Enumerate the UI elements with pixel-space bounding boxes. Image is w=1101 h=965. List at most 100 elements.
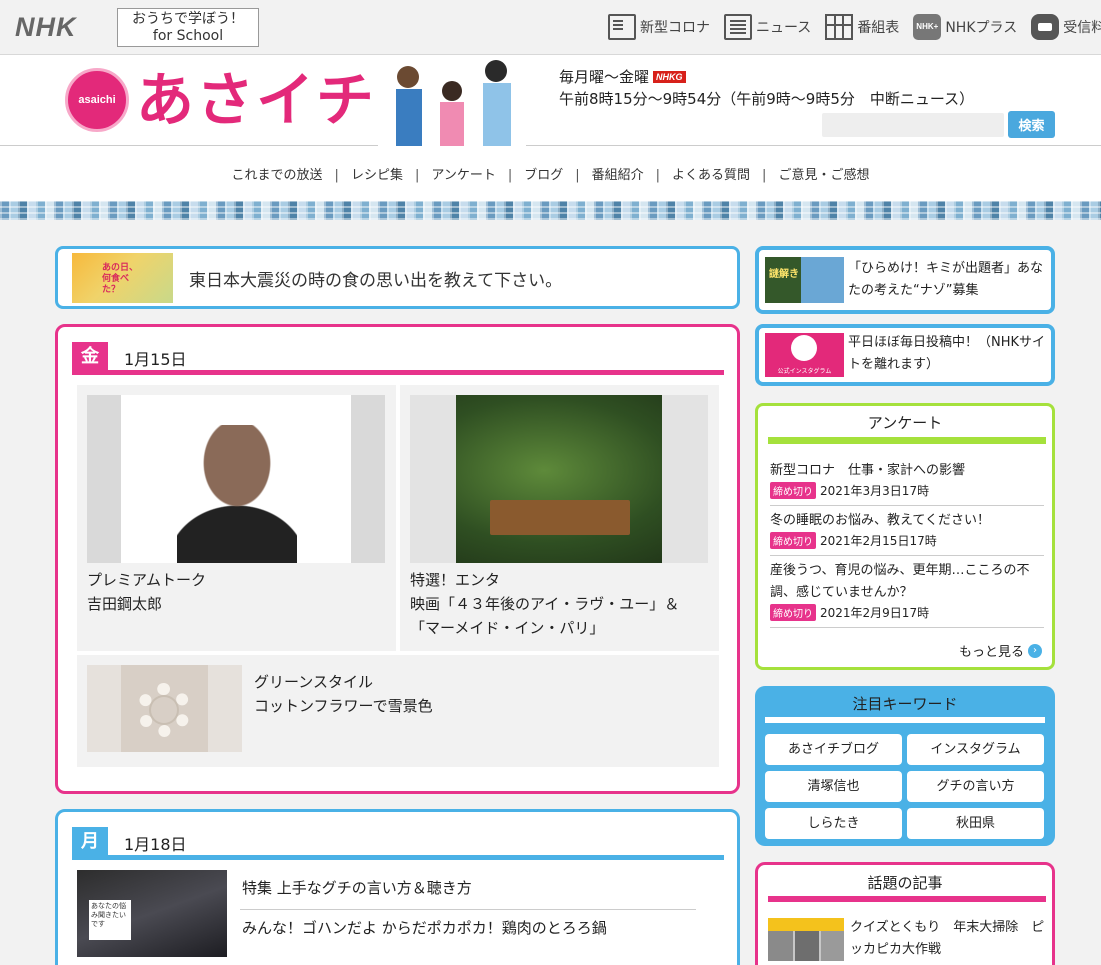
corona-info-icon [608, 14, 636, 40]
nav-program-guide[interactable]: 番組表 [825, 13, 899, 41]
segment-title-line2: 映画「４３年後のアイ・ラヴ・ユー」＆ [410, 595, 680, 613]
survey-list: 新型コロナ 仕事・家計への影響 締め切り 2021年3月3日17時 冬の睡眠のお… [770, 456, 1044, 628]
nav-news[interactable]: ニュース [724, 13, 811, 41]
nav-faq[interactable]: よくある質問 [672, 168, 750, 183]
nav-reception-fee[interactable]: 受信料 [1031, 13, 1101, 41]
day-rule [72, 855, 724, 860]
list-item[interactable]: 新型コロナ 仕事・家計への影響 締め切り 2021年3月3日17時 [770, 456, 1044, 506]
topic-link[interactable]: クイズとくもり 年末大掃除 ピッカピカ大作戦 [850, 917, 1046, 961]
nav-past-broadcasts[interactable]: これまでの放送 [232, 168, 323, 183]
segment-card-green-style[interactable]: グリーンスタイル コットンフラワーで雪景色 [77, 655, 719, 767]
nav-recipes[interactable]: レシピ集 [351, 168, 403, 183]
survey-question: 新型コロナ 仕事・家計への影響 [770, 463, 966, 478]
survey-deadline-row: 締め切り 2021年3月3日17時 [770, 482, 1044, 499]
segment-title-line2: コットンフラワーで雪景色 [254, 697, 433, 715]
survey-deadline-row: 締め切り 2021年2月9日17時 [770, 604, 1044, 621]
nav-separator: | [414, 168, 420, 183]
segment-list: 特集 上手なグチの言い方＆聴き方 みんな！ゴハンだよ からだポカポカ！鶏肉のとろ… [240, 876, 696, 944]
segment-title-line1: 特選！エンタ [410, 571, 501, 589]
keyword-button[interactable]: グチの言い方 [907, 771, 1044, 802]
for-school-line1: おうちで学ぼう！ [132, 11, 244, 27]
segment-title-line3: 「マーメイド・イン・パリ」 [410, 619, 605, 637]
nav-separator: | [507, 168, 513, 183]
nhk-global-header: NHK おうちで学ぼう！ for School 新型コロナ ニュース 番組表 N… [0, 0, 1101, 55]
nav-blog[interactable]: ブログ [524, 168, 563, 183]
riddle-contest-banner[interactable]: 「ひらめけ！キミが出題者」あなたの考えた“ナゾ”募集 [755, 246, 1055, 314]
topics-title: 話題の記事 [867, 874, 943, 892]
topics-box: 話題の記事 クイズとくもり 年末大掃除 ピッカピカ大作戦 [755, 862, 1055, 965]
deadline-badge: 締め切り [770, 482, 816, 499]
instagram-thumbnail [765, 333, 844, 377]
nav-nhk-plus[interactable]: NHK+ NHKプラス [913, 13, 1017, 41]
reception-fee-icon [1031, 14, 1060, 40]
program-header: asaichi あさイチ 毎月曜～金曜 NHKG 午前8時15分～9時54分（午… [0, 55, 1101, 146]
cotton-wreath [137, 683, 191, 737]
day-header: 月 1月18日 [72, 827, 724, 860]
deadline-badge: 締め切り [770, 604, 816, 621]
banner-text: 「ひらめけ！キミが出題者」あなたの考えた“ナゾ”募集 [848, 261, 1044, 298]
segment-card-entertainment[interactable]: 特選！エンタ 映画「４３年後のアイ・ラヴ・ユー」＆ 「マーメイド・イン・パリ」 [400, 385, 719, 651]
segment-title-line1: プレミアムトーク [87, 571, 206, 589]
nav-separator: | [655, 168, 661, 183]
asaichi-logo-badge[interactable]: asaichi [65, 68, 129, 132]
list-item[interactable]: 産後うつ、育児の悩み、更年期…こころの不調、感じていませんか？ 締め切り 202… [770, 556, 1044, 628]
instagram-banner[interactable]: 平日ほぼ毎日投稿中！（NHKサイトを離れます） [755, 324, 1055, 386]
segment-title: プレミアムトーク 吉田鋼太郎 [87, 568, 206, 616]
search-button[interactable]: 検索 [1008, 111, 1055, 138]
segment-thumbnail [410, 395, 708, 563]
day-badge: 金 [72, 342, 108, 372]
survey-deadline: 2021年3月3日17時 [820, 484, 930, 498]
keywords-rule [765, 717, 1045, 723]
friday-broadcast-box: 金 1月15日 プレミアムトーク 吉田鋼太郎 特選！エンタ 映画「４３年後のアイ… [55, 324, 740, 794]
segment-title: グリーンスタイル コットンフラワーで雪景色 [254, 670, 433, 718]
air-days: 毎月曜～金曜 NHKG [559, 66, 686, 87]
global-service-nav: 新型コロナ ニュース 番組表 NHK+ NHKプラス 受信料 [608, 13, 1101, 41]
guest-portrait [177, 425, 297, 563]
nav-program-info[interactable]: 番組紹介 [592, 168, 644, 183]
survey-more-link[interactable]: もっと見る › [959, 641, 1042, 660]
more-link-label: もっと見る [958, 645, 1024, 660]
banner-text: 平日ほぼ毎日投稿中！（NHKサイトを離れます） [848, 335, 1046, 372]
nav-nhk-plus-label: NHKプラス [945, 20, 1018, 36]
channel-badge: NHKG [653, 70, 686, 83]
day-rule [72, 370, 724, 375]
search-input[interactable] [822, 113, 1004, 137]
nav-separator: | [334, 168, 339, 183]
nhk-plus-icon: NHK+ [913, 14, 942, 40]
nav-corona[interactable]: 新型コロナ [608, 13, 710, 41]
keyword-button[interactable]: インスタグラム [907, 734, 1044, 765]
day-date: 1月15日 [124, 350, 187, 369]
day-date: 1月18日 [124, 835, 187, 854]
keywords-title: 注目キーワード [852, 695, 958, 713]
for-school-link[interactable]: おうちで学ぼう！ for School [117, 8, 259, 47]
program-title[interactable]: あさイチ [136, 65, 376, 135]
keyword-button[interactable]: しらたき [765, 808, 902, 839]
bench-scene [490, 500, 630, 535]
hosts-image [378, 57, 526, 146]
nhk-logo[interactable]: NHK [15, 12, 77, 43]
keyword-button[interactable]: あさイチブログ [765, 734, 902, 765]
survey-box: アンケート 新型コロナ 仕事・家計への影響 締め切り 2021年3月3日17時 … [755, 403, 1055, 670]
monday-broadcast-box: 月 1月18日 特集 上手なグチの言い方＆聴き方 みんな！ゴハンだよ からだポカ… [55, 809, 740, 965]
earthquake-food-banner[interactable]: 東日本大震災の時の食の思い出を教えて下さい。 [55, 246, 740, 309]
topic-thumbnail[interactable] [768, 918, 844, 961]
list-item[interactable]: みんな！ゴハンだよ からだポカポカ！鶏肉のとろろ鍋 [240, 910, 696, 944]
segment-title-line1: グリーンスタイル [254, 673, 373, 691]
deadline-badge: 締め切り [770, 532, 816, 549]
segment-thumbnail[interactable] [77, 870, 227, 957]
list-item[interactable]: 冬の睡眠のお悩み、教えてください！ 締め切り 2021年2月15日17時 [770, 506, 1044, 556]
nav-feedback[interactable]: ご意見・ご感想 [778, 168, 869, 183]
nav-survey[interactable]: アンケート [431, 168, 495, 183]
nav-news-label: ニュース [756, 20, 812, 36]
keyword-button[interactable]: 秋田県 [907, 808, 1044, 839]
survey-rule [768, 437, 1046, 444]
day-header: 金 1月15日 [72, 342, 724, 375]
segment-thumbnail [87, 665, 242, 752]
list-item[interactable]: 特集 上手なグチの言い方＆聴き方 [240, 876, 696, 910]
chevron-right-icon: › [1028, 643, 1042, 658]
keywords-box: 注目キーワード あさイチブログ インスタグラム 清塚信也 グチの言い方 しらたき… [755, 686, 1055, 846]
keyword-button[interactable]: 清塚信也 [765, 771, 902, 802]
banner-thumbnail [72, 253, 173, 303]
segment-card-premium-talk[interactable]: プレミアムトーク 吉田鋼太郎 [77, 385, 396, 651]
decorative-mosaic-strip [0, 201, 1101, 220]
